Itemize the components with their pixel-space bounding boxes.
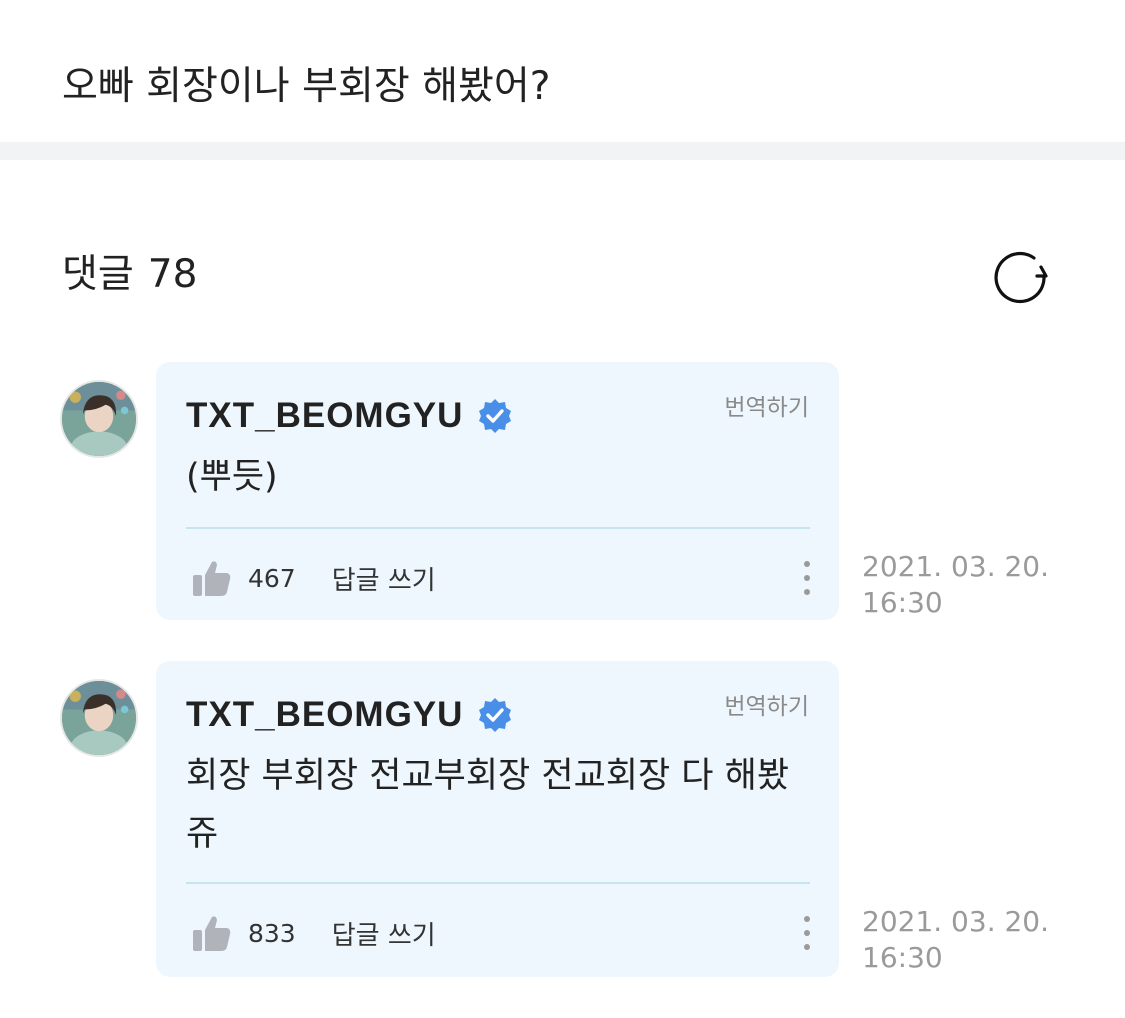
comments-title: 댓글 78 (62, 250, 211, 300)
comment-date: 2021. 03. 20. (862, 905, 1050, 938)
comment-bubble: TXT_BEOMGYU 번역하기 회장 부회장 전교부회장 전교회장 다 해봤쥬 (156, 661, 839, 977)
avatar[interactable] (60, 380, 138, 458)
comment-item: TXT_BEOMGYU 번역하기 회장 부회장 전교부회장 전교회장 다 해봤쥬 (0, 661, 1125, 979)
more-vertical-icon (804, 561, 810, 595)
more-options-button[interactable] (797, 913, 817, 953)
reply-button[interactable]: 답글 쓰기 (332, 560, 436, 597)
thumbs-up-icon (192, 913, 232, 953)
author-row: TXT_BEOMGYU (186, 392, 513, 440)
comments-page: 오빠 회장이나 부회장 해봤어? 댓글 78 TXT_BEOMGYU 번역하기 … (0, 0, 1125, 1018)
comment-actions: 833 답글 쓰기 (192, 909, 436, 957)
comment-text: 회장 부회장 전교부회장 전교회장 다 해봤쥬 (186, 756, 790, 854)
like-button[interactable]: 467 (192, 558, 296, 598)
comment-bubble: TXT_BEOMGYU 번역하기 (뿌듯) 467 답글 쓰기 (156, 362, 839, 620)
bubble-divider (186, 527, 810, 529)
avatar-image (62, 382, 136, 456)
author-name[interactable]: TXT_BEOMGYU (186, 396, 463, 436)
section-divider (0, 142, 1125, 160)
comment-text: (뿌듯) (186, 457, 278, 497)
comment-time: 16:30 (862, 941, 943, 974)
post-title: 오빠 회장이나 부회장 해봤어? (62, 64, 551, 109)
author-row: TXT_BEOMGYU (186, 691, 513, 739)
avatar[interactable] (60, 679, 138, 757)
comment-item: TXT_BEOMGYU 번역하기 (뿌듯) 467 답글 쓰기 2021. 03… (0, 362, 1125, 622)
post-header: 오빠 회장이나 부회장 해봤어? (0, 0, 1125, 142)
comment-time: 16:30 (862, 586, 943, 619)
comment-timestamp: 2021. 03. 20. 16:30 (862, 549, 1082, 621)
like-count: 467 (248, 563, 296, 593)
author-name[interactable]: TXT_BEOMGYU (186, 695, 463, 735)
refresh-button[interactable] (992, 248, 1052, 308)
verified-badge-icon (477, 697, 513, 733)
comments-count: 78 (147, 252, 198, 297)
reply-button[interactable]: 답글 쓰기 (332, 915, 436, 952)
verified-badge-icon (477, 398, 513, 434)
refresh-icon (994, 251, 1048, 304)
like-button[interactable]: 833 (192, 913, 296, 953)
comments-header: 댓글 78 (0, 160, 1125, 330)
more-options-button[interactable] (797, 558, 817, 598)
more-vertical-icon (804, 916, 810, 950)
comment-date: 2021. 03. 20. (862, 550, 1050, 583)
comment-actions: 467 답글 쓰기 (192, 554, 436, 602)
like-count: 833 (248, 918, 296, 948)
comments-label: 댓글 (62, 252, 134, 297)
avatar-image (62, 681, 136, 755)
bubble-divider (186, 882, 810, 884)
translate-link[interactable]: 번역하기 (724, 691, 809, 723)
translate-link[interactable]: 번역하기 (724, 392, 809, 424)
comment-timestamp: 2021. 03. 20. 16:30 (862, 904, 1082, 976)
thumbs-up-icon (192, 558, 232, 598)
